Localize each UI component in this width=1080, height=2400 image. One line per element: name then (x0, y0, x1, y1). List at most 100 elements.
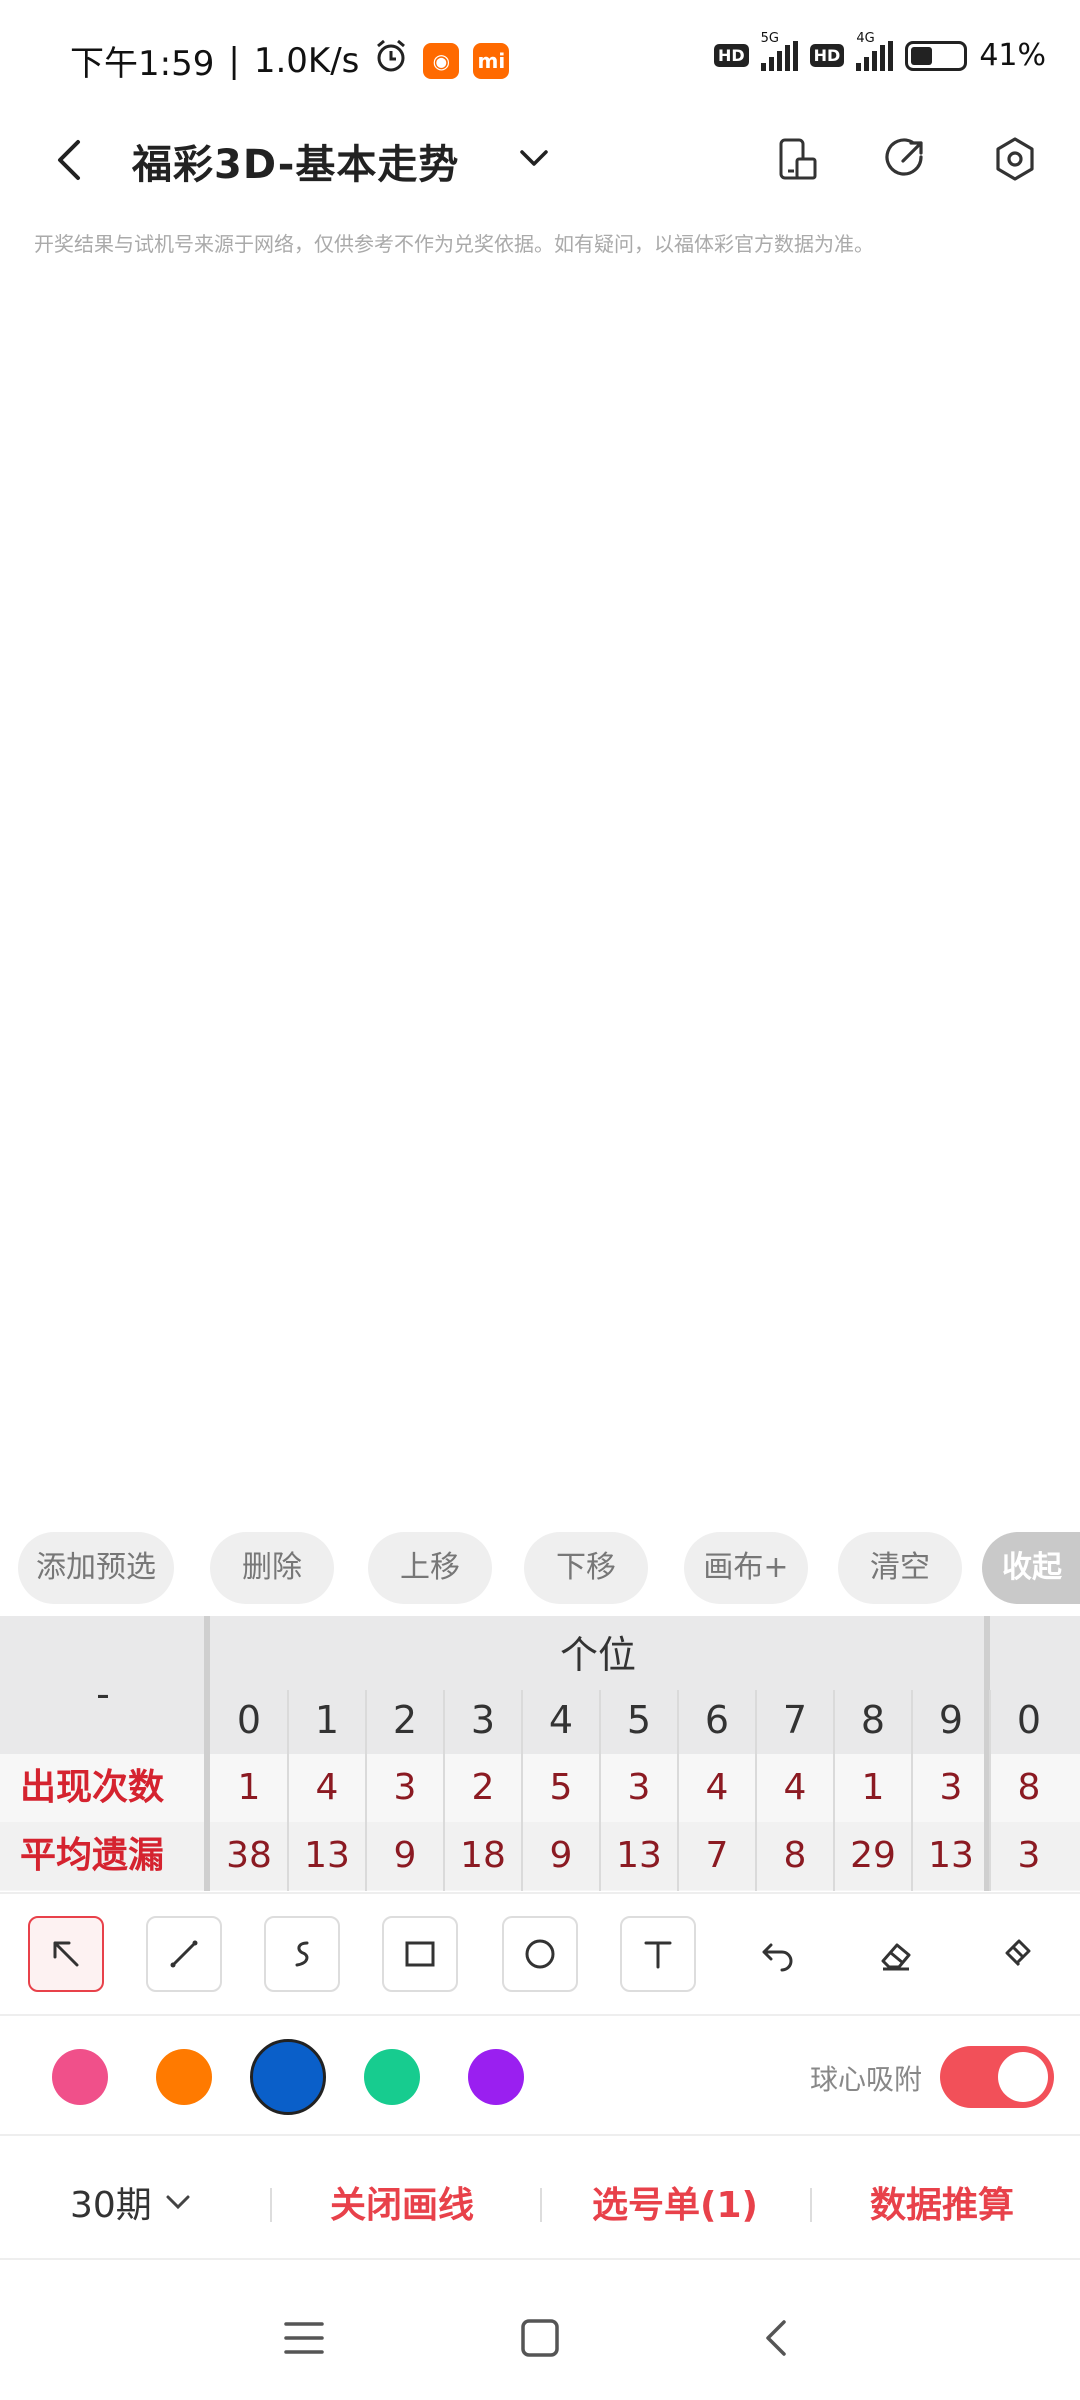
select-digit[interactable]: 6 (678, 1280, 756, 1356)
select-digit[interactable]: 7 (756, 1280, 834, 1356)
page-title[interactable]: 福彩3D-基本走势 (132, 132, 459, 190)
select-row[interactable]: 选号 0 1 2 3 4 5 6 7 8 9 0 (0, 1431, 1080, 1507)
select-digit[interactable]: 3 (444, 1280, 522, 1356)
table-row[interactable]: 2025271 14 4 17 5 3 2 6 7 1 8 1 (0, 450, 1080, 526)
select-digit[interactable]: 2 (366, 1356, 444, 1432)
grid-line (287, 348, 289, 1545)
undo-tool-button[interactable] (740, 1916, 816, 1992)
select-row[interactable]: 选号 0 1 2 3 4 5 6 7 8 9 0 (0, 1356, 1080, 1432)
select-digit[interactable]: 4 (522, 1431, 600, 1507)
select-digit[interactable]: 0 (210, 1280, 288, 1356)
table-row[interactable]: 2025275 18 8 21 3 7 2 1 3 5 12 0 (0, 752, 1080, 828)
share-icon[interactable] (870, 124, 940, 194)
menu-icon[interactable] (274, 2308, 334, 2368)
select-digit[interactable]: 7 (756, 1356, 834, 1432)
select-digit[interactable]: 7 (756, 1431, 834, 1507)
eraser-tool-button[interactable] (858, 1916, 934, 1992)
table-row[interactable]: 2025276 19 9 22 1 4 3 2 4 6 13 1 (0, 827, 1080, 903)
select-digit[interactable]: 9 (912, 1356, 990, 1432)
color-swatch-0[interactable] (52, 2049, 108, 2105)
select-digit[interactable]: 1 (288, 1356, 366, 1432)
grid-line (443, 348, 445, 1545)
table-row[interactable]: 2025281 24 1 2 6 5 8 7 7 11 3 4 (0, 1205, 1080, 1281)
table-row[interactable]: 2025274 17 7 20 8 6 1 6 2 4 11 1 (0, 676, 1080, 752)
snap-toggle[interactable] (940, 2046, 1054, 2108)
missing-count-cell: 17 (380, 465, 430, 510)
action-button-0[interactable]: 添加预选 (18, 1532, 174, 1604)
color-swatch-1[interactable] (156, 2049, 212, 2105)
color-swatch-2[interactable] (250, 2039, 326, 2115)
draw-ball: 9 (919, 984, 983, 1048)
curve-tool-button[interactable] (264, 1916, 340, 1992)
color-swatch-3[interactable] (364, 2049, 420, 2105)
select-digit[interactable]: 1 (288, 1431, 366, 1507)
select-digit[interactable]: 9 (912, 1280, 990, 1356)
select-digit[interactable]: 0 (210, 1431, 288, 1507)
action-button-3[interactable]: 下移 (524, 1532, 648, 1604)
settings-icon[interactable] (980, 124, 1050, 194)
status-time: 下午1:59 (70, 44, 215, 84)
select-digit[interactable]: 2 (366, 1431, 444, 1507)
line-tool-button[interactable] (146, 1916, 222, 1992)
select-digit[interactable]: 5 (600, 1280, 678, 1356)
period-header[interactable]: 期次 ▲ ▼ (0, 274, 206, 412)
table-row[interactable]: 2025278 21 1 24 3 2 5 4 6 8 9 1 (0, 978, 1080, 1054)
select-digit[interactable]: 8 (834, 1431, 912, 1507)
table-row[interactable]: 2025280 23 1 1 5 4 7 6 8 10 2 3 (0, 1129, 1080, 1205)
select-digit[interactable]: 0 (210, 1356, 288, 1432)
select-digit[interactable]: 9 (912, 1431, 990, 1507)
clear-brush-tool-button[interactable] (978, 1916, 1054, 1992)
select-digit[interactable]: 5 (600, 1431, 678, 1507)
select-digit[interactable]: 2 (366, 1280, 444, 1356)
select-digit[interactable]: 0 (990, 1280, 1068, 1356)
chevron-down-icon[interactable] (512, 136, 556, 180)
table-row[interactable]: 2025277 20 1 23 2 1 4 3 5 7 14 0 (0, 903, 1080, 979)
missing-count-cell: 5 (470, 465, 496, 510)
selected-ball[interactable]: 8 (841, 1362, 905, 1426)
select-radio[interactable] (26, 1293, 76, 1343)
missing-count-cell: 2 (548, 994, 574, 1038)
select-digit[interactable]: 1 (288, 1280, 366, 1356)
action-button-1[interactable]: 删除 (210, 1532, 334, 1604)
select-radio[interactable] (26, 1444, 76, 1494)
select-digit[interactable]: 0 (990, 1431, 1068, 1507)
table-row[interactable]: 2025272 15 5 18 6 4 3 7 7 2 9 2 (0, 525, 1080, 601)
layout-toggle-icon[interactable] (762, 124, 832, 194)
period-count-select[interactable]: 30期 (70, 2176, 194, 2228)
drawn-arrow (795, 1253, 859, 1367)
action-button-4[interactable]: 画布+ (684, 1532, 808, 1604)
sort-icon[interactable]: ▲ ▼ (136, 331, 151, 355)
select-radio[interactable] (26, 1369, 76, 1419)
selected-ball[interactable]: 4 (529, 1362, 593, 1426)
select-digit[interactable]: 8 (834, 1280, 912, 1356)
stats-grid-line (677, 1690, 679, 1891)
close-lines-button[interactable]: 关闭画线 (330, 2176, 474, 2228)
select-digit[interactable]: 3 (444, 1431, 522, 1507)
selected-ball[interactable]: 6 (685, 1362, 749, 1426)
table-row[interactable]: 2025270 13 3 16 4 2 1 5 17 8 7 0 (0, 374, 1080, 450)
color-swatch-4[interactable] (468, 2049, 524, 2105)
data-calc-button[interactable]: 数据推算 (870, 2176, 1014, 2228)
select-digit[interactable]: 0 (990, 1356, 1068, 1432)
stats-cell: 8 (1017, 1767, 1041, 1808)
selected-ball[interactable]: 5 (607, 1362, 671, 1426)
action-button-2[interactable]: 上移 (368, 1532, 492, 1604)
circle-tool-button[interactable] (502, 1916, 578, 1992)
home-icon[interactable] (510, 2308, 570, 2368)
text-tool-button[interactable] (620, 1916, 696, 1992)
arrow-pointer-tool-button[interactable] (28, 1916, 104, 1992)
rectangle-tool-button[interactable] (382, 1916, 458, 1992)
selected-ball[interactable]: 3 (451, 1362, 515, 1426)
table-row[interactable]: 2025279 22 2 2 4 3 6 5 7 9 1 2 (0, 1054, 1080, 1130)
missing-count-cell: 1 (1016, 843, 1042, 887)
select-row[interactable]: 选号 0 1 2 3 4 5 6 7 8 9 0 (0, 1280, 1080, 1356)
back-button[interactable] (42, 132, 98, 188)
selection-list-button[interactable]: 选号单(1) (592, 2176, 758, 2228)
action-button-6[interactable]: 收起 (982, 1532, 1080, 1604)
select-digit[interactable]: 6 (678, 1431, 756, 1507)
select-digit[interactable]: 4 (522, 1280, 600, 1356)
action-button-5[interactable]: 清空 (838, 1532, 962, 1604)
back-nav-icon[interactable] (748, 2308, 808, 2368)
table-row[interactable]: 2025273 16 6 19 7 5 5 8 1 3 10 0 (0, 601, 1080, 677)
missing-count-cell: 6 (548, 692, 574, 736)
